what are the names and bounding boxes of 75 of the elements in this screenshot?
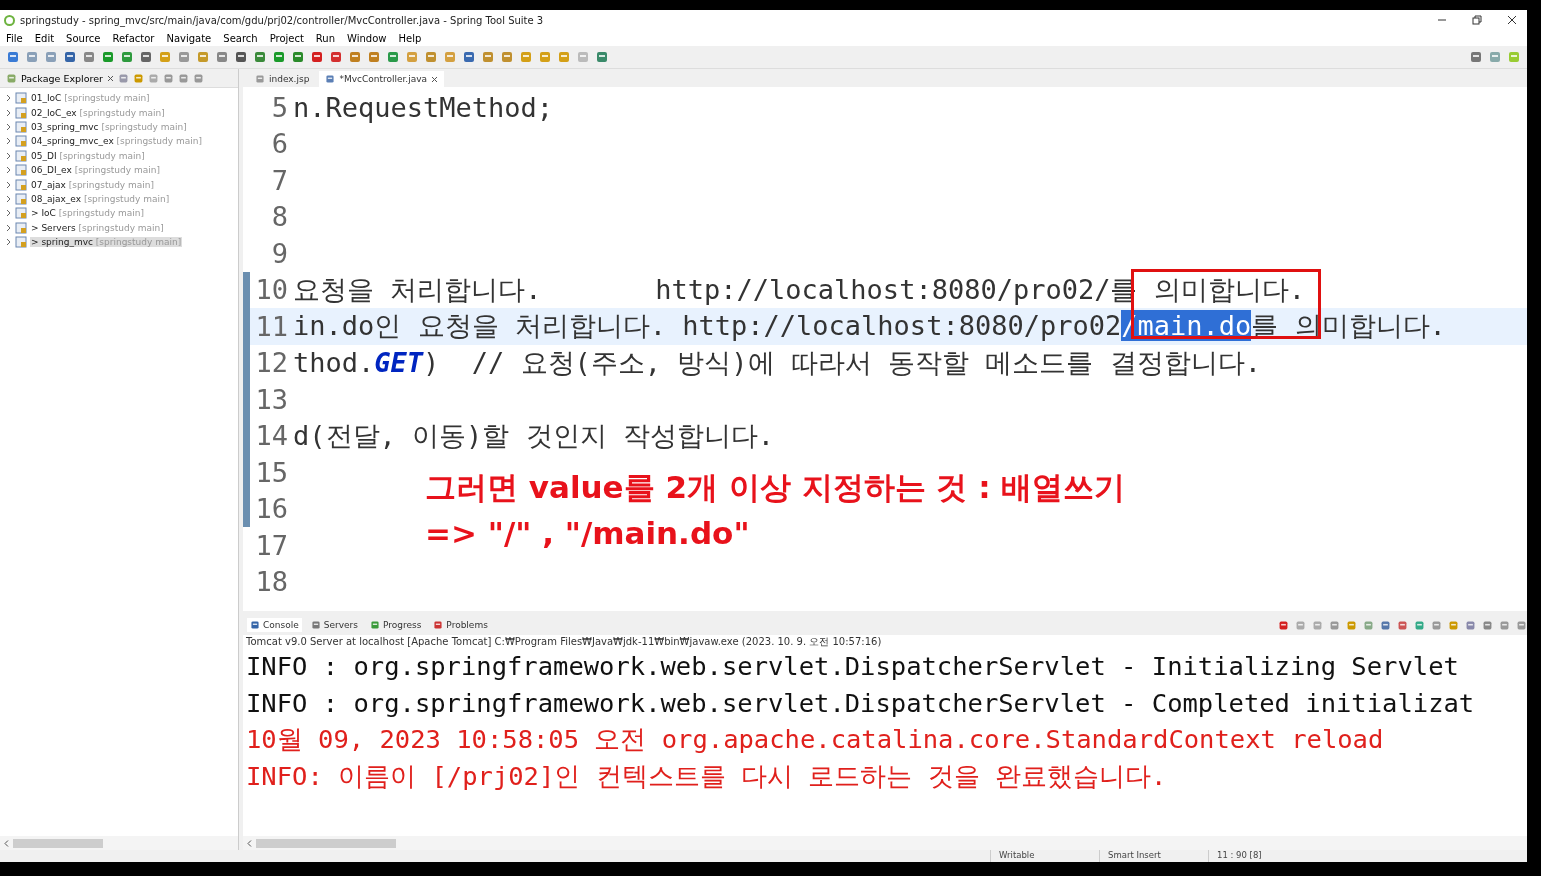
- line-number: 16: [254, 493, 289, 525]
- project-icon: [15, 192, 27, 205]
- menu-item[interactable]: File: [0, 32, 29, 44]
- process-label: Tomcat v9.0 Server at localhost [Apache Tomcat] C:₩Program Files₩Java₩jdk-11₩bin₩javaw.exe (2023. 10. 9. 오전 10:57:16): [245, 635, 883, 648]
- console-line: INFO: 이름이 [/prj02]인 컨텍스트를 다시 로드하는 것을 완료했습니다.: [246, 759, 1168, 793]
- project-name[interactable]: 05_DI [springstudy main]: [30, 150, 146, 161]
- editor-tab[interactable]: *MvcController.java: [319, 71, 445, 87]
- view-tab[interactable]: Servers: [307, 618, 361, 632]
- project-name[interactable]: 07_ajax [springstudy main]: [30, 179, 156, 190]
- project-name[interactable]: 06_DI_ex [springstudy main]: [30, 165, 161, 176]
- project-icon: [15, 149, 27, 162]
- project-icon: [15, 178, 27, 191]
- view-tab[interactable]: Progress: [366, 618, 425, 632]
- project-icon: [15, 236, 27, 249]
- line-number: 18: [254, 566, 289, 598]
- line-number: 11: [254, 310, 289, 342]
- menu-item[interactable]: Project: [263, 32, 310, 44]
- console-line: INFO : org.springframework.web.servlet.DispatcherServlet - Completed initializat: [246, 686, 1476, 720]
- menu-item[interactable]: Run: [309, 32, 342, 44]
- project-name[interactable]: 01_IoC [springstudy main]: [30, 93, 151, 104]
- project-name[interactable]: 02_IoC_ex [springstudy main]: [30, 107, 166, 118]
- scroll-left-icon[interactable]: [4, 839, 9, 847]
- line-number: 5: [270, 91, 289, 123]
- scroll-left-icon[interactable]: [247, 839, 252, 847]
- code-line: thod.GET) // 요청(주소, 방식)에 따라서 동작할 메소드를 결정합니다.: [293, 345, 1261, 380]
- project-name[interactable]: 03_spring_mvc [springstudy main]: [30, 121, 188, 132]
- console-line: INFO : org.springframework.web.servlet.DispatcherServlet - Initializing Servlet: [246, 650, 1460, 684]
- menu-item[interactable]: Navigate: [160, 32, 218, 44]
- project-name[interactable]: 08_ajax_ex [springstudy main]: [30, 193, 171, 204]
- project-icon: [15, 207, 27, 220]
- line-number: 9: [270, 237, 289, 269]
- line-number: 12: [254, 347, 289, 379]
- line-number: 7: [270, 164, 289, 196]
- menu-item[interactable]: Search: [217, 32, 264, 44]
- status-field: 11 : 90 [8]: [1208, 850, 1317, 862]
- console-line: 10월 09, 2023 10:58:05 오전 org.apache.catalina.core.StandardContext reload: [246, 723, 1385, 756]
- line-number: 17: [254, 529, 289, 561]
- line-number: 13: [254, 383, 289, 415]
- close-icon[interactable]: [1507, 15, 1517, 25]
- menu-item[interactable]: Help: [392, 32, 428, 44]
- menu-item[interactable]: Window: [341, 32, 393, 44]
- line-number: 15: [254, 456, 289, 488]
- line-number: 6: [270, 128, 289, 160]
- code-line: n.RequestMethod;: [293, 91, 554, 123]
- window-title: springstudy - spring_mvc/src/main/java/com/gdu/prj02/controller/MvcController.java - Spring Tool Suite 3: [20, 14, 544, 26]
- project-icon: [15, 106, 27, 119]
- restore-icon[interactable]: [1472, 15, 1482, 25]
- project-icon: [15, 120, 27, 133]
- close-icon[interactable]: [431, 75, 439, 83]
- annotation-text: => "/" , "/main.do": [425, 515, 751, 551]
- line-number: 14: [254, 420, 289, 452]
- scrollbar-thumb[interactable]: [256, 838, 396, 848]
- close-icon[interactable]: [106, 74, 114, 82]
- menu-item[interactable]: Refactor: [106, 32, 161, 44]
- annotation-text: 그러면 value를 2개 이상 지정하는 것 : 배열쓰기: [425, 468, 1126, 507]
- project-icon: [15, 164, 27, 177]
- view-tab[interactable]: Problems: [430, 618, 491, 632]
- line-number: 8: [270, 201, 289, 233]
- status-field: Writable: [990, 850, 1099, 862]
- project-icon: [15, 221, 27, 234]
- editor-tab[interactable]: index.jsp: [249, 71, 316, 87]
- scrollbar-thumb[interactable]: [13, 838, 103, 848]
- project-name[interactable]: 04_spring_mvc_ex [springstudy main]: [30, 136, 203, 147]
- project-name[interactable]: > IoC [springstudy main]: [30, 208, 146, 219]
- line-number: 10: [254, 274, 289, 306]
- view-tab[interactable]: Console: [247, 618, 302, 632]
- menu-item[interactable]: Source: [60, 32, 107, 44]
- project-name[interactable]: > Servers [springstudy main]: [30, 222, 165, 233]
- app-icon: [4, 14, 15, 26]
- project-icon: [15, 92, 27, 105]
- project-name[interactable]: > spring_mvc [springstudy main]: [30, 237, 183, 248]
- menu-item[interactable]: Edit: [28, 32, 61, 44]
- status-field: Smart Insert: [1099, 850, 1208, 862]
- project-icon: [15, 135, 27, 148]
- code-line: d(전달, 이동)할 것인지 작성합니다.: [293, 418, 775, 453]
